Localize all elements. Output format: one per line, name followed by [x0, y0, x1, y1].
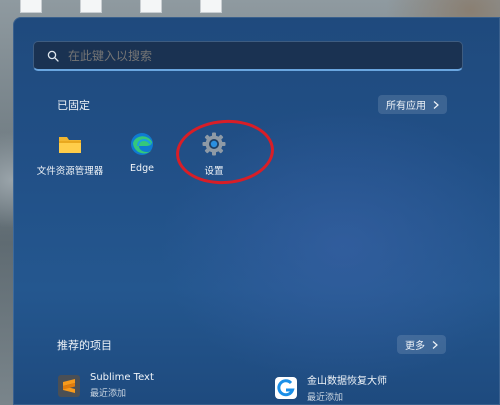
- sublime-text-icon: [58, 374, 80, 397]
- edge-icon: [131, 133, 153, 155]
- pinned-title: 已固定: [57, 99, 90, 112]
- more-label: 更多: [405, 341, 425, 352]
- all-apps-label: 所有应用: [386, 101, 426, 112]
- gear-icon: [202, 132, 226, 156]
- search-box[interactable]: [33, 41, 463, 71]
- pinned-app-label: Edge: [130, 163, 154, 174]
- pinned-app-edge[interactable]: Edge: [102, 131, 182, 174]
- recommended-item-subtitle: 最近添加: [307, 393, 344, 403]
- recommended-item[interactable]: Sublime Text 最近添加: [58, 372, 154, 399]
- all-apps-button[interactable]: 所有应用: [378, 95, 447, 114]
- desktop-file-icon[interactable]: [200, 0, 222, 13]
- pinned-app-label: 文件资源管理器: [36, 166, 104, 177]
- recommended-title: 推荐的项目: [57, 339, 112, 352]
- desktop-file-icon[interactable]: [20, 0, 42, 13]
- chevron-right-icon: [432, 340, 438, 349]
- data-recovery-icon: [275, 376, 297, 399]
- more-button[interactable]: 更多: [397, 335, 446, 354]
- recommended-item-title: Sublime Text: [90, 372, 154, 383]
- pinned-app-settings[interactable]: 设置: [174, 131, 254, 177]
- chevron-right-icon: [433, 100, 439, 109]
- folder-icon: [59, 137, 81, 153]
- desktop-file-icon[interactable]: [140, 0, 162, 13]
- start-menu: 已固定 所有应用 文件资源管理器 Edge: [13, 17, 500, 405]
- recommended-item-title: 金山数据恢复大师: [307, 376, 387, 387]
- recommended-item-subtitle: 最近添加: [90, 389, 127, 399]
- desktop-file-icon[interactable]: [80, 0, 102, 13]
- recommended-item[interactable]: 金山数据恢复大师 最近添加: [275, 372, 387, 403]
- search-icon: [47, 50, 59, 62]
- pinned-app-file-explorer[interactable]: 文件资源管理器: [30, 131, 110, 177]
- pinned-app-label: 设置: [204, 166, 224, 177]
- search-input[interactable]: [68, 48, 428, 63]
